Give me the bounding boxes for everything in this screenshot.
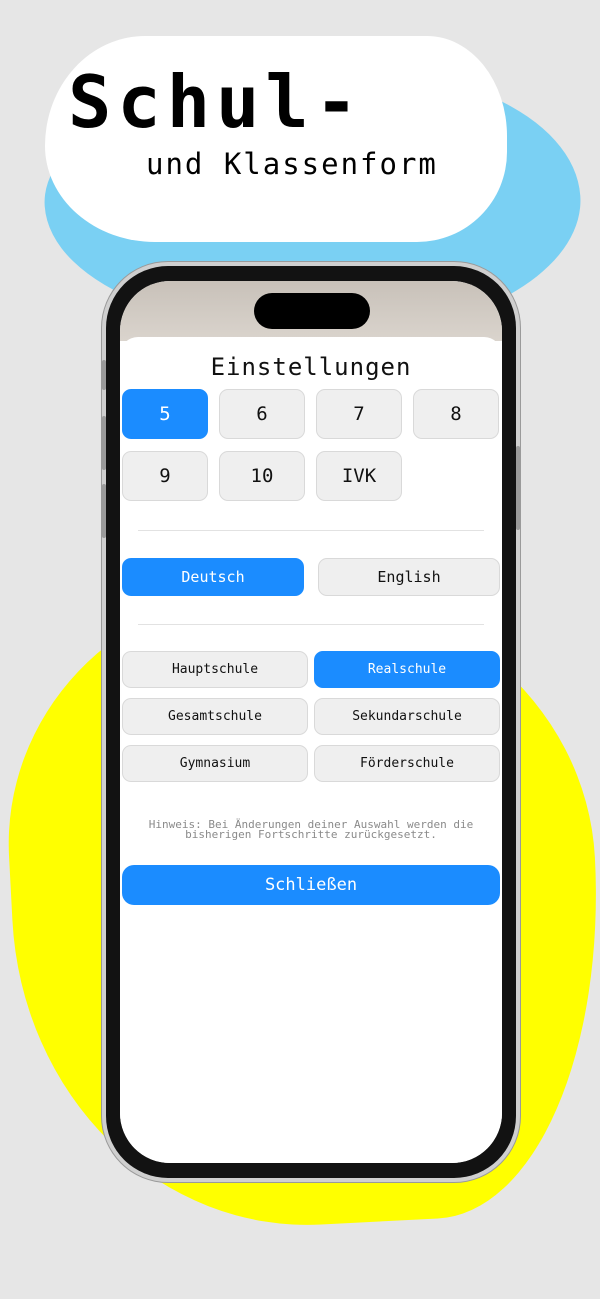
grade-option-ivk[interactable]: IVK	[316, 451, 402, 501]
school-option-sekundarschule[interactable]: Sekundarschule	[314, 698, 500, 735]
grade-option-7[interactable]: 7	[316, 389, 402, 439]
grade-option-8[interactable]: 8	[413, 389, 499, 439]
phone-volume-down	[102, 484, 106, 538]
school-option-gesamtschule[interactable]: Gesamtschule	[122, 698, 308, 735]
grade-option-9[interactable]: 9	[122, 451, 208, 501]
reset-hint-text: Hinweis: Bei Änderungen deiner Auswahl w…	[148, 818, 474, 841]
phone-power-button	[516, 446, 520, 530]
divider	[138, 624, 484, 625]
close-button[interactable]: Schließen	[122, 865, 500, 905]
school-option-gymnasium[interactable]: Gymnasium	[122, 745, 308, 782]
dynamic-island	[254, 293, 370, 329]
language-option-english[interactable]: English	[318, 558, 500, 596]
phone-frame: Einstellungen 5 6 7 8 9 10 IVK Deutsch E…	[102, 266, 520, 1178]
phone-volume-up	[102, 416, 106, 470]
promo-title: Schul-	[68, 60, 365, 144]
divider	[138, 530, 484, 531]
language-option-deutsch[interactable]: Deutsch	[122, 558, 304, 596]
school-option-foerderschule[interactable]: Förderschule	[314, 745, 500, 782]
phone-action-button	[102, 360, 106, 390]
promo-subtitle: und Klassenform	[146, 147, 438, 181]
school-option-realschule[interactable]: Realschule	[314, 651, 500, 688]
phone-screen: Einstellungen 5 6 7 8 9 10 IVK Deutsch E…	[120, 281, 502, 1163]
grade-option-10[interactable]: 10	[219, 451, 305, 501]
grade-option-5[interactable]: 5	[122, 389, 208, 439]
settings-sheet: Einstellungen 5 6 7 8 9 10 IVK Deutsch E…	[120, 337, 502, 1163]
grade-option-6[interactable]: 6	[219, 389, 305, 439]
settings-title: Einstellungen	[210, 353, 412, 381]
school-option-hauptschule[interactable]: Hauptschule	[122, 651, 308, 688]
